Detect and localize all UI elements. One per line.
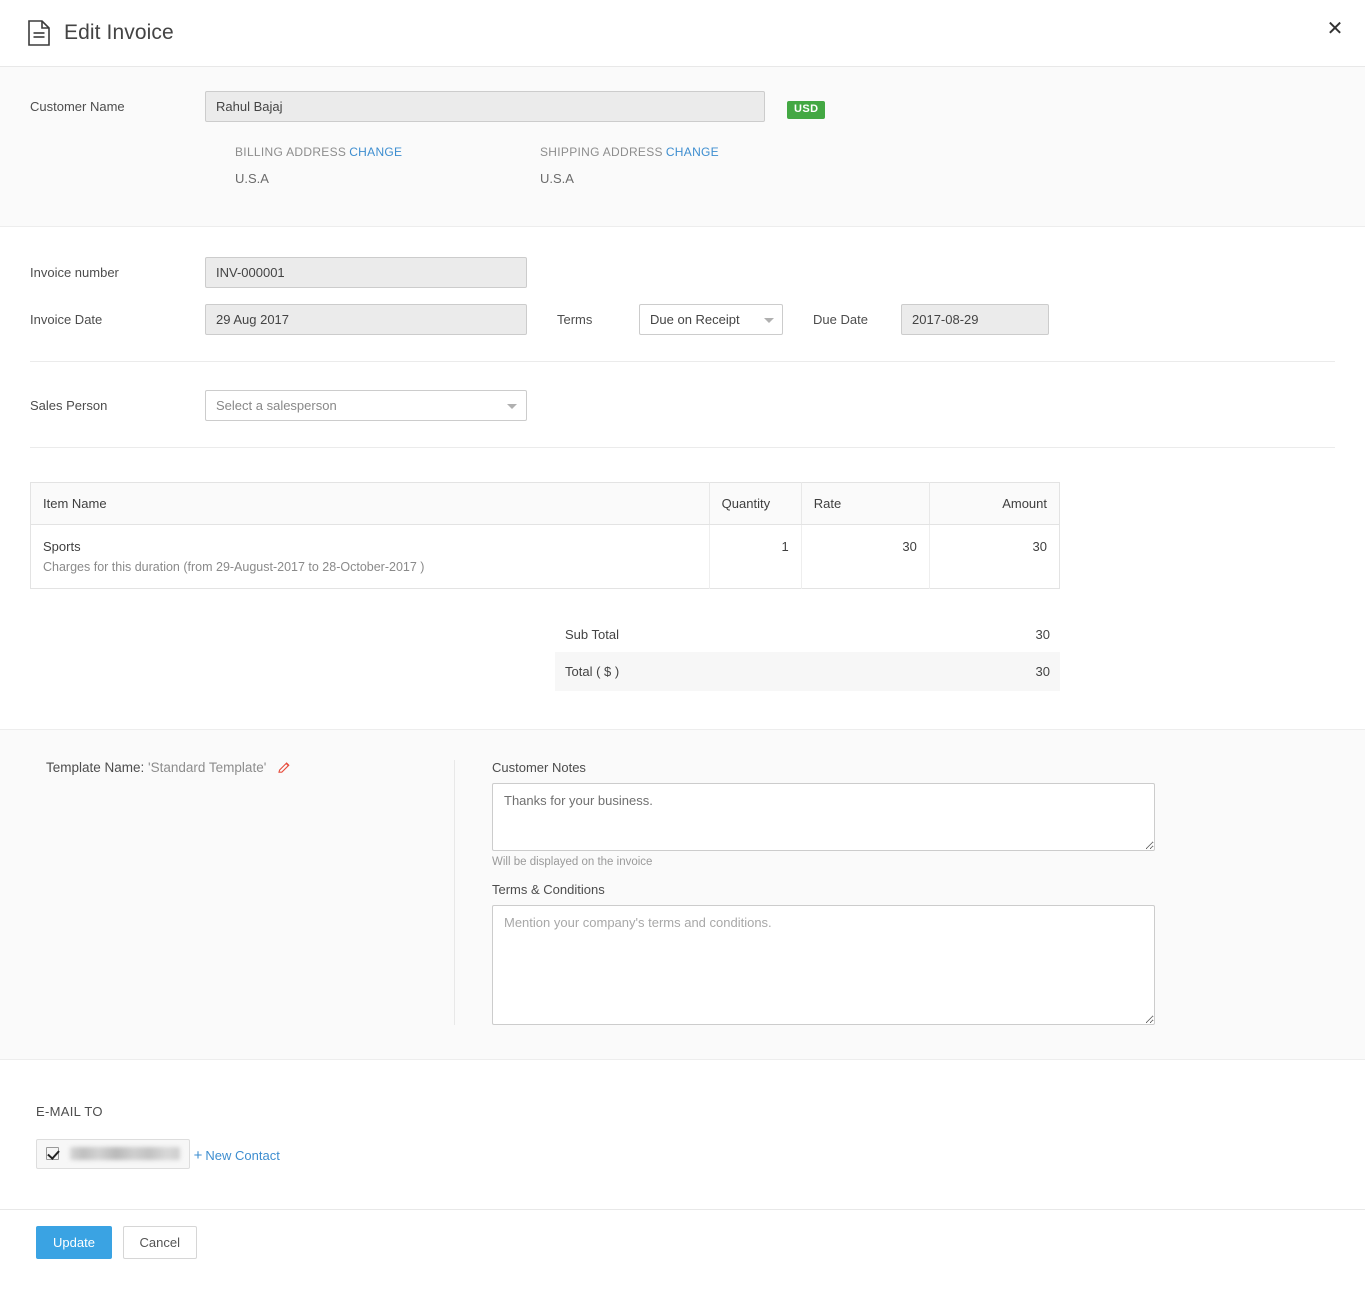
items-table-header-row: Item Name Quantity Rate Amount [30, 482, 1060, 525]
terms-label: Terms [557, 312, 593, 327]
item-name-value: Sports [43, 539, 81, 554]
email-section: E-MAIL TO + New Contact [0, 1060, 1365, 1209]
column-header-item-name: Item Name [30, 482, 710, 525]
billing-address-change-link[interactable]: CHANGE [349, 145, 402, 159]
sales-person-select[interactable]: Select a salesperson [205, 390, 527, 421]
new-contact-link[interactable]: + New Contact [194, 1147, 280, 1164]
chevron-down-icon [764, 318, 774, 323]
grand-total-label: Total ( $ ) [565, 664, 620, 679]
column-header-quantity: Quantity [709, 482, 802, 525]
cell-rate: 30 [801, 524, 930, 589]
customer-notes-textarea[interactable]: Thanks for your business. [492, 783, 1155, 851]
document-icon [28, 20, 50, 46]
email-contact-chip[interactable] [36, 1138, 190, 1169]
invoice-number-label: Invoice number [30, 265, 119, 280]
sub-total-label: Sub Total [565, 627, 619, 642]
currency-badge: USD [787, 100, 826, 119]
items-table-wrap: Item Name Quantity Rate Amount Sports Ch… [30, 482, 1335, 589]
modal-header: Edit Invoice ✕ [0, 0, 1365, 67]
template-name-line: Template Name: 'Standard Template' [46, 760, 454, 778]
due-date-input[interactable]: 2017-08-29 [901, 304, 1049, 335]
item-description-value: Charges for this duration (from 29-Augus… [43, 560, 425, 574]
cell-item-name: Sports Charges for this duration (from 2… [30, 524, 710, 589]
email-contact-checkbox[interactable] [46, 1147, 59, 1160]
customer-notes-label: Customer Notes [492, 760, 586, 775]
divider-1 [30, 361, 1335, 362]
grand-total-row: Total ( $ ) 30 [555, 652, 1060, 691]
customer-name-input[interactable]: Rahul Bajaj [205, 91, 765, 122]
pencil-icon[interactable] [277, 761, 291, 778]
customer-section: Customer Name Rahul Bajaj USD BILLING AD… [0, 67, 1365, 227]
invoice-number-input[interactable]: INV-000001 [205, 257, 527, 288]
sub-total-row: Sub Total 30 [555, 617, 1060, 652]
modal-footer: Update Cancel [0, 1208, 1365, 1260]
sub-total-value: 30 [1035, 627, 1050, 642]
sales-person-select-value: Select a salesperson [216, 398, 337, 413]
terms-conditions-label: Terms & Conditions [492, 882, 605, 897]
cell-amount: 30 [1032, 539, 1047, 554]
new-contact-label: New Contact [205, 1148, 280, 1163]
chevron-down-icon [507, 404, 517, 409]
cancel-button[interactable]: Cancel [122, 1225, 198, 1260]
shipping-address-heading: SHIPPING ADDRESS CHANGE [540, 145, 845, 159]
shipping-address-value: U.S.A [540, 171, 574, 186]
terms-select[interactable]: Due on Receipt [639, 304, 783, 335]
close-icon[interactable]: ✕ [1321, 14, 1349, 42]
billing-address-heading: BILLING ADDRESS CHANGE [235, 145, 540, 159]
update-button[interactable]: Update [36, 1225, 112, 1260]
page-title: Edit Invoice [64, 21, 174, 44]
terms-conditions-textarea[interactable] [492, 905, 1155, 1025]
terms-select-value: Due on Receipt [650, 312, 740, 327]
divider-2 [30, 447, 1335, 448]
invoice-date-label: Invoice Date [30, 312, 103, 327]
billing-address-value: U.S.A [235, 171, 269, 186]
invoice-date-input[interactable]: 29 Aug 2017 [205, 304, 527, 335]
sales-person-row: Sales Person Select a salesperson [0, 390, 1365, 421]
table-row: Sports Charges for this duration (from 2… [30, 524, 1060, 589]
customer-notes-help-text: Will be displayed on the invoice [492, 856, 653, 868]
template-notes-section: Template Name: 'Standard Template' Custo… [0, 729, 1365, 1060]
shipping-address-label: SHIPPING ADDRESS [540, 145, 663, 159]
shipping-address-block: SHIPPING ADDRESS CHANGE U.S.A [540, 145, 845, 186]
addresses: BILLING ADDRESS CHANGE U.S.A SHIPPING ADD… [0, 145, 1365, 186]
shipping-address-change-link[interactable]: CHANGE [666, 145, 719, 159]
billing-address-label: BILLING ADDRESS [235, 145, 347, 159]
notes-column: Customer Notes Thanks for your business.… [455, 760, 1155, 1025]
email-contact-address [70, 1147, 180, 1160]
sales-person-label: Sales Person [30, 398, 108, 413]
customer-name-row: Customer Name Rahul Bajaj USD [0, 91, 1365, 123]
template-name-label: Template Name: [46, 760, 149, 775]
template-column: Template Name: 'Standard Template' [0, 760, 455, 1025]
invoice-number-row: Invoice number INV-000001 [0, 257, 1365, 288]
column-header-amount: Amount [929, 482, 1060, 525]
plus-icon: + [193, 1147, 203, 1164]
template-name-value: 'Standard Template' [148, 760, 267, 775]
items-table: Item Name Quantity Rate Amount Sports Ch… [30, 482, 1060, 589]
column-header-rate: Rate [801, 482, 930, 525]
grand-total-value: 30 [1035, 664, 1050, 679]
invoice-date-row: Invoice Date 29 Aug 2017 Terms Due on Re… [0, 304, 1365, 335]
cell-quantity: 1 [709, 524, 802, 589]
customer-name-label: Customer Name [30, 99, 125, 114]
billing-address-block: BILLING ADDRESS CHANGE U.S.A [235, 145, 540, 186]
email-to-label: E-MAIL TO [36, 1104, 103, 1119]
invoice-form: Invoice number INV-000001 Invoice Date 2… [0, 227, 1365, 691]
due-date-label: Due Date [813, 312, 868, 327]
totals-section: Sub Total 30 Total ( $ ) 30 [555, 617, 1060, 691]
